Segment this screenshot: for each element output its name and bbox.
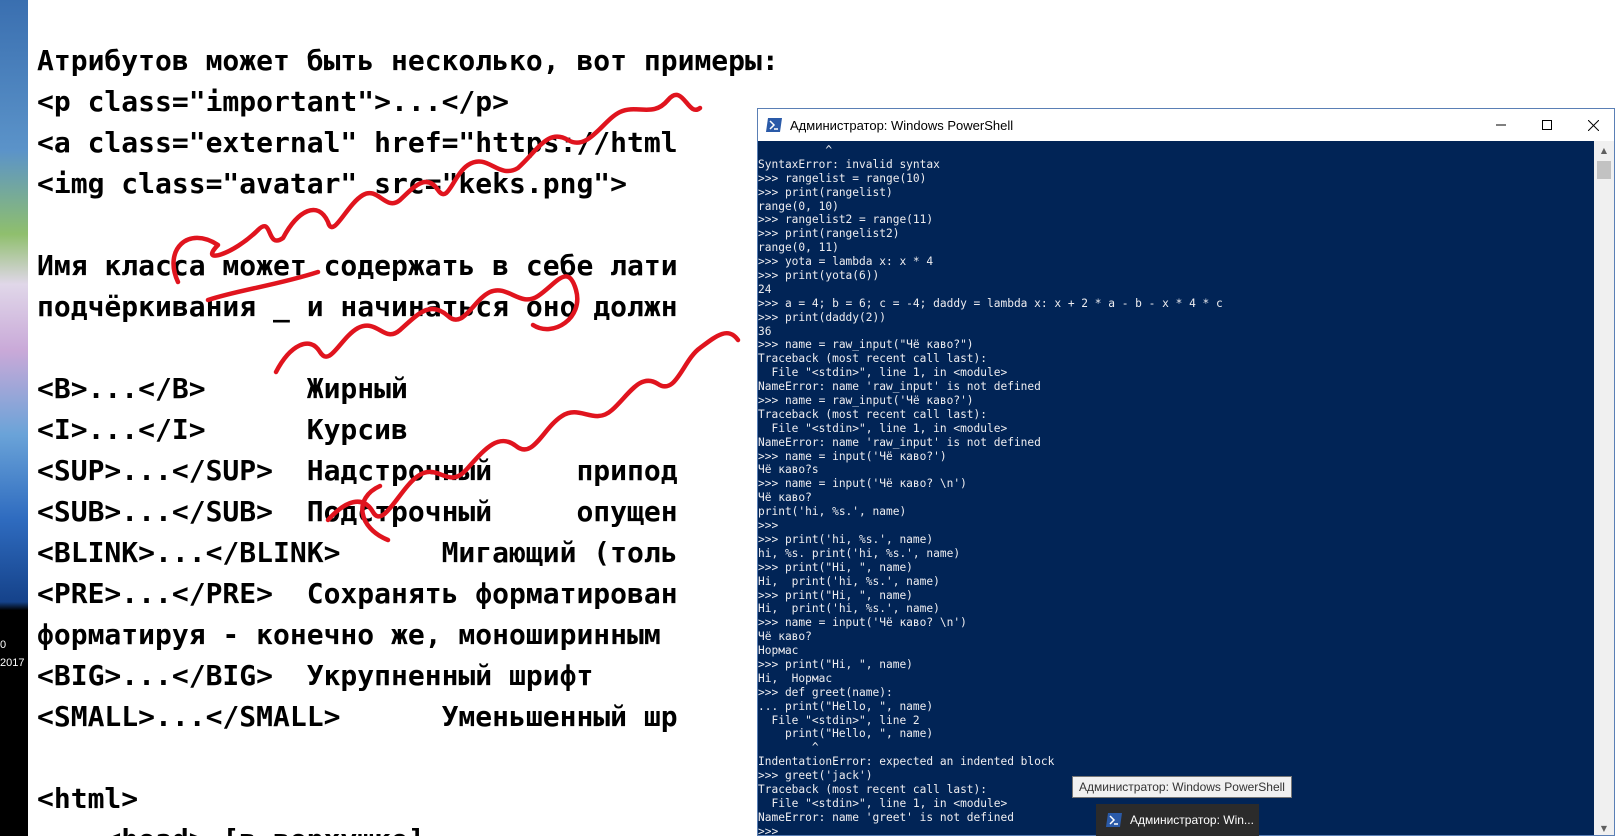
console-line: File "<stdin>", line 1, in <module>	[758, 421, 1008, 435]
console-line: ... print("Hello, ", name)	[758, 699, 934, 713]
document-line: <img class="avatar" src="keks.png">	[37, 167, 628, 200]
console-line: Чё каво?	[758, 630, 812, 644]
console-line: >>> print("Hi, ", name)	[758, 657, 913, 671]
maximize-button[interactable]	[1524, 109, 1570, 141]
console-line: Traceback (most recent call last):	[758, 352, 988, 366]
console-line: >>> print(yota(6))	[758, 269, 880, 283]
minimize-icon	[1496, 124, 1506, 126]
tray-clock-date: 2017	[0, 657, 25, 669]
console-line: >>> print('hi, %s.', name)	[758, 532, 934, 546]
console-line: IndentationError: expected an indented b…	[758, 755, 1055, 769]
document-line: Имя класса может содержать в себе лати	[37, 249, 678, 282]
console-line: range(0, 10)	[758, 199, 839, 213]
console-line: >>> print(rangelist2)	[758, 227, 900, 241]
document-line: <SMALL>...</SMALL> Уменьшенный шр	[37, 700, 678, 733]
document-line: <PRE>...</PRE> Сохранять форматирован	[37, 577, 678, 610]
document-line: <head> [в верхушке]	[37, 819, 779, 836]
console-line: hi, %s. print('hi, %s.', name)	[758, 546, 961, 560]
close-button[interactable]	[1570, 109, 1614, 141]
scroll-up-icon[interactable]: ▲	[1594, 141, 1614, 159]
powershell-icon	[766, 118, 782, 132]
document-line: <SUP>...</SUP> Надстрочный припод	[37, 454, 678, 487]
console-line: File "<stdin>", line 1, in <module>	[758, 366, 1008, 380]
taskbar-button-powershell[interactable]: Администратор: Win...	[1096, 804, 1259, 836]
document-line	[37, 737, 779, 778]
console-line: range(0, 11)	[758, 241, 839, 255]
console-line: ^	[758, 144, 833, 157]
console-line: >>> print(daddy(2))	[758, 310, 886, 324]
console-line: NameError: name 'raw_input' is not defin…	[758, 435, 1041, 449]
powershell-icon	[1106, 813, 1122, 827]
document-line: <a class="external" href="https://html	[37, 126, 678, 159]
document-line: <I>...</I> Курсив	[37, 413, 408, 446]
console-line: Hi, print('hi, %s.', name)	[758, 574, 940, 588]
document-line	[37, 327, 779, 368]
powershell-window[interactable]: Администратор: Windows PowerShell ^ Synta…	[757, 108, 1615, 836]
tray-clock-time: 0	[0, 639, 7, 651]
document-line: форматируя - конечно же, моноширинным	[37, 618, 661, 651]
console-output: ^ SyntaxError: invalid syntax >>> rangelis…	[758, 144, 1223, 835]
console-line: >>> def greet(name):	[758, 685, 893, 699]
console-line: Чё каво?s	[758, 463, 819, 477]
scrollbar-thumb[interactable]	[1597, 161, 1611, 179]
maximize-icon	[1542, 120, 1552, 130]
powershell-console[interactable]: ^ SyntaxError: invalid syntax >>> rangelis…	[758, 141, 1594, 835]
document-line: <SUB>...</SUB> Подстрочный опущен	[37, 495, 678, 528]
minimize-button[interactable]	[1478, 109, 1524, 141]
tray-clock[interactable]: 0 2017	[0, 636, 28, 672]
console-line: 24	[758, 282, 772, 296]
console-line: >>> rangelist2 = range(11)	[758, 213, 934, 227]
console-line: >>>	[758, 519, 779, 533]
console-line: print("Hello, ", name)	[758, 727, 934, 741]
console-line: >>> print("Hi, ", name)	[758, 560, 913, 574]
document-line: <BLINK>...</BLINK> Мигающий (толь	[37, 536, 678, 569]
powershell-titlebar[interactable]: Администратор: Windows PowerShell	[758, 109, 1614, 141]
console-line: >>> name = raw_input("Чё каво?")	[758, 338, 974, 352]
console-line: NameError: name 'raw_input' is not defin…	[758, 380, 1041, 394]
console-line: >>> name = raw_input('Чё каво?')	[758, 394, 974, 408]
console-line: Traceback (most recent call last):	[758, 407, 988, 421]
document-line: Атрибутов может быть несколько, вот прим…	[37, 44, 779, 77]
taskbar-tooltip: Администратор: Windows PowerShell	[1072, 776, 1292, 798]
document-line: подчёркивания _ и начинаться оно должн	[37, 290, 678, 323]
console-line: >>> rangelist = range(10)	[758, 171, 927, 185]
console-line: >>> name = input('Чё каво? \n')	[758, 477, 967, 491]
console-line: >>> yota = lambda x: x * 4	[758, 255, 934, 269]
console-line: >>> a = 4; b = 6; c = -4; daddy = lambda…	[758, 296, 1223, 310]
close-icon	[1587, 119, 1599, 131]
document-line: <B>...</B> Жирный	[37, 372, 408, 405]
console-line: ^	[758, 741, 819, 755]
taskbar-button-label: Администратор: Win...	[1130, 813, 1254, 827]
document-line: <BIG>...</BIG> Укрупненный шрифт	[37, 659, 594, 692]
console-line: Hi, print('hi, %s.', name)	[758, 602, 940, 616]
console-line: Нормас	[758, 644, 799, 658]
console-line: >>> name = input('Чё каво?')	[758, 449, 947, 463]
document-line	[37, 204, 779, 245]
console-line: 36	[758, 324, 772, 338]
console-scrollbar[interactable]: ▲ ▼	[1594, 141, 1614, 835]
document-text: Атрибутов может быть несколько, вот прим…	[37, 40, 779, 836]
scroll-down-icon[interactable]: ▼	[1594, 819, 1614, 835]
document-line: <html>	[37, 782, 139, 815]
console-line: >>> print("Hi, ", name)	[758, 588, 913, 602]
console-line: >>> print(rangelist)	[758, 185, 893, 199]
console-line: >>> name = input('Чё каво? \n')	[758, 616, 967, 630]
document-line: <p class="important">...</p>	[37, 85, 510, 118]
powershell-title: Администратор: Windows PowerShell	[790, 117, 1014, 133]
desktop-background-strip: 0 2017	[0, 0, 28, 836]
console-line: print('hi, %s.', name)	[758, 505, 907, 519]
console-line: File "<stdin>", line 2	[758, 713, 920, 727]
console-line: Hi, Нормас	[758, 671, 833, 685]
console-line: Чё каво?	[758, 491, 812, 505]
console-line: SyntaxError: invalid syntax	[758, 157, 940, 171]
